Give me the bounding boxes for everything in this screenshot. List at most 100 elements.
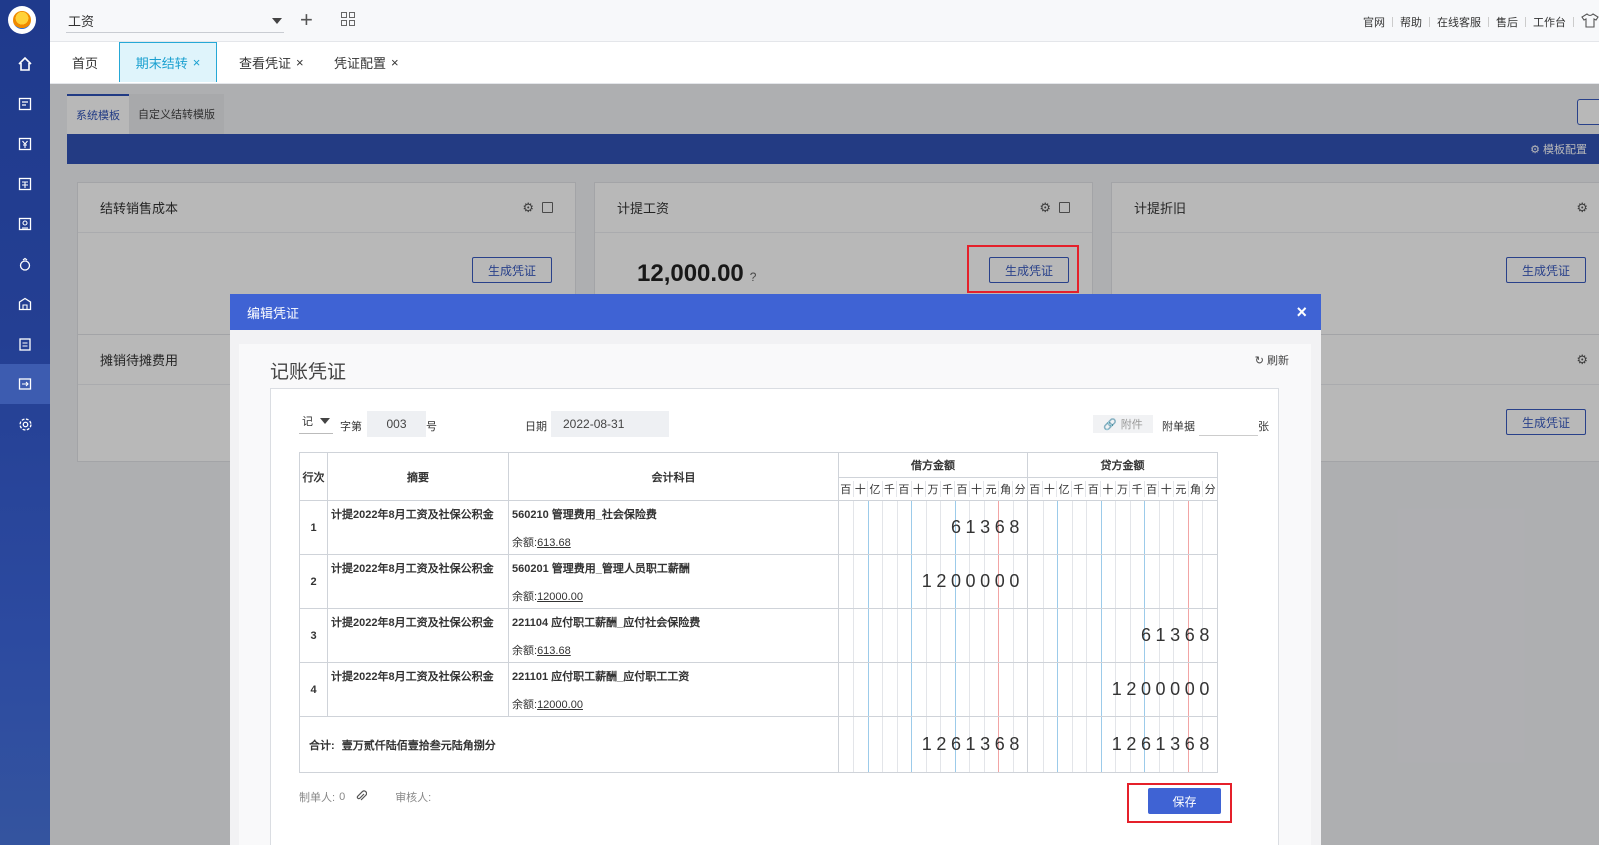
account-name: 560201 管理费用_管理人员职工薪酬: [512, 563, 690, 575]
settings-icon[interactable]: [0, 404, 50, 444]
tab-home-label: 首页: [72, 55, 99, 71]
digit-unit: 百: [954, 481, 969, 497]
app-logo[interactable]: [8, 6, 36, 34]
header-debit: 借方金额: [838, 452, 1028, 478]
debit-digit-header: 百十亿千百十万千百十元角分: [838, 477, 1028, 501]
account-balance: 余额:613.68: [512, 645, 571, 657]
credit-cell[interactable]: 1200000: [1027, 662, 1218, 717]
link-official-site[interactable]: 官网: [1363, 14, 1385, 30]
maker-value: 0: [339, 791, 346, 803]
close-icon[interactable]: ×: [296, 55, 304, 70]
reviewer-label: 审核人:: [395, 792, 432, 804]
assets-icon[interactable]: [0, 284, 50, 324]
header-account: 会计科目: [508, 452, 839, 501]
report-icon[interactable]: [0, 204, 50, 244]
total-label: 合计:: [309, 739, 335, 752]
digit-unit: 千: [1070, 481, 1086, 497]
link-help[interactable]: 帮助: [1400, 14, 1422, 30]
top-links: 官网 帮助 在线客服 售后 工作台: [1363, 13, 1599, 31]
digit-unit: 分: [1202, 481, 1217, 497]
yuan-icon[interactable]: [0, 124, 50, 164]
ledger-icon[interactable]: [0, 164, 50, 204]
docs-unit: 张: [1258, 421, 1269, 433]
number-suffix: 号: [426, 421, 437, 433]
link-after-sales[interactable]: 售后: [1496, 14, 1518, 30]
debit-cell[interactable]: [838, 608, 1028, 663]
apps-grid-icon[interactable]: [341, 12, 355, 26]
account-balance: 余额:613.68: [512, 537, 571, 549]
digit-unit: 百: [1029, 484, 1041, 496]
account-cell[interactable]: 560201 管理费用_管理人员职工薪酬 余额:12000.00: [508, 554, 839, 609]
digit-unit: 十: [1100, 481, 1115, 497]
sidebar: [0, 0, 50, 845]
total-debit: 1261368: [839, 717, 1027, 772]
account-cell[interactable]: 221104 应付职工薪酬_应付社会保险费 余额:613.68: [508, 608, 839, 663]
refresh-button[interactable]: ↻ 刷新: [1255, 352, 1289, 368]
digit-unit: 十: [910, 481, 926, 497]
credit-cell[interactable]: [1027, 554, 1218, 609]
credit-amount: 61368: [1028, 609, 1217, 662]
close-icon[interactable]: ×: [1296, 302, 1307, 323]
link-online-support[interactable]: 在线客服: [1437, 14, 1481, 30]
credit-amount: [1028, 555, 1217, 608]
voucher-form: 记 字第 003 号 日期 2022-08-31 🔗 附件 附单据 张 行次 摘要: [270, 388, 1279, 845]
paperclip-icon[interactable]: [355, 789, 368, 805]
close-icon[interactable]: ×: [193, 55, 201, 70]
clipboard-icon[interactable]: [0, 324, 50, 364]
debit-cell[interactable]: 1200000: [838, 554, 1028, 609]
link-workbench[interactable]: 工作台: [1533, 14, 1566, 30]
account-name: 221101 应付职工薪酬_应付职工工资: [512, 671, 690, 683]
debit-cell[interactable]: 61368: [838, 500, 1028, 555]
voucher-icon[interactable]: [0, 84, 50, 124]
summary-cell[interactable]: 计提2022年8月工资及社保公积金: [327, 500, 509, 555]
digit-unit: 十: [1041, 481, 1057, 497]
digit-unit: 角: [997, 481, 1013, 497]
credit-cell[interactable]: [1027, 500, 1218, 555]
refresh-icon: ↻: [1254, 355, 1264, 367]
date-input[interactable]: 2022-08-31: [551, 411, 669, 437]
digit-unit: 千: [1129, 481, 1144, 497]
word-label: 字第: [340, 421, 362, 433]
add-icon[interactable]: +: [300, 8, 313, 32]
tab-period-end[interactable]: 期末结转 ×: [119, 42, 217, 82]
summary-text: 计提2022年8月工资及社保公积金: [331, 509, 494, 521]
digit-units-debit: 百十亿千百十万千百十元角分: [839, 478, 1027, 500]
debit-cell[interactable]: [838, 662, 1028, 717]
tab-home[interactable]: 首页: [72, 42, 98, 82]
digit-unit: 千: [881, 481, 897, 497]
credit-amount-value: 61368: [1140, 625, 1214, 645]
summary-cell[interactable]: 计提2022年8月工资及社保公积金: [327, 608, 509, 663]
credit-digit-header: 百十亿千百十万千百十元角分: [1027, 477, 1218, 501]
account-book-select[interactable]: 工资: [66, 9, 284, 33]
home-icon[interactable]: [0, 44, 50, 84]
tab-view-voucher[interactable]: 查看凭证 ×: [239, 42, 304, 82]
total-in-words: 壹万贰仟陆佰壹拾叁元陆角捌分: [341, 739, 496, 752]
attachment-button[interactable]: 🔗 附件: [1093, 415, 1153, 433]
row-number: 2: [299, 554, 328, 609]
close-icon[interactable]: ×: [391, 55, 399, 70]
attached-docs-input[interactable]: [1199, 435, 1258, 436]
voucher-word-select[interactable]: 记: [302, 413, 330, 429]
voucher-number-input[interactable]: 003: [367, 411, 426, 437]
shirt-icon[interactable]: [1581, 13, 1599, 31]
digit-unit: 百: [1085, 481, 1100, 497]
account-cell[interactable]: 221101 应付职工薪酬_应付职工工资 余额:12000.00: [508, 662, 839, 717]
total-credit-cell: 1261368: [1027, 716, 1218, 773]
money-bag-icon[interactable]: [0, 244, 50, 284]
tab-period-end-label: 期末结转: [135, 56, 188, 71]
digit-unit: 亿: [1056, 481, 1071, 497]
summary-text: 计提2022年8月工资及社保公积金: [331, 617, 494, 629]
date-label: 日期: [525, 421, 547, 433]
digit-unit: 亿: [867, 481, 882, 497]
credit-cell[interactable]: 61368: [1027, 608, 1218, 663]
account-name: 560210 管理费用_社会保险费: [512, 509, 657, 521]
account-cell[interactable]: 560210 管理费用_社会保险费 余额:613.68: [508, 500, 839, 555]
paperclip-icon: 🔗: [1103, 418, 1117, 431]
summary-cell[interactable]: 计提2022年8月工资及社保公积金: [327, 662, 509, 717]
top-bar: 工资 + 官网 帮助 在线客服 售后 工作台: [50, 0, 1599, 42]
header-credit: 贷方金额: [1027, 452, 1218, 478]
period-end-icon[interactable]: [0, 364, 50, 404]
voucher-title: 记账凭证: [270, 362, 347, 383]
tab-voucher-config[interactable]: 凭证配置 ×: [334, 42, 399, 82]
summary-cell[interactable]: 计提2022年8月工资及社保公积金: [327, 554, 509, 609]
